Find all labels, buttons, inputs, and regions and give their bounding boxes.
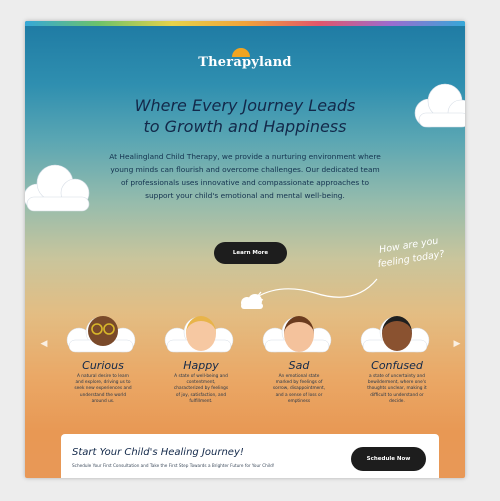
desc-line: decide. <box>389 398 405 404</box>
emotion-description: A state of well-being and contentment, c… <box>161 374 241 405</box>
chevron-right-icon[interactable]: ▶ <box>451 337 463 351</box>
emotion-name: Confused <box>371 359 423 372</box>
cta-title: Start Your Child's Healing Journey! <box>72 447 244 458</box>
desc-line: around us. <box>91 398 115 404</box>
sad-child-avatar <box>284 316 314 352</box>
cloud-small <box>241 294 263 309</box>
happy-child-avatar <box>186 316 216 351</box>
emotion-description: A natural desire to learn and explore, d… <box>63 374 143 405</box>
chevron-left-icon[interactable]: ◀ <box>38 337 50 351</box>
desc-line: thoughts unclear, making it <box>367 386 427 392</box>
cta-subtitle: Schedule Your First Consultation and Tak… <box>72 463 275 468</box>
desc-line: seek new experiences and <box>74 386 132 392</box>
landing-page-card: Therapyland Where Every Journey Leads to… <box>25 21 465 478</box>
emotion-name: Curious <box>82 359 124 372</box>
curved-arrow-icon <box>254 278 378 301</box>
emotion-description: a state of uncertainty and bewilderment,… <box>357 374 437 405</box>
emotion-name: Sad <box>288 359 310 372</box>
schedule-now-button[interactable]: Schedule Now <box>351 447 426 471</box>
desc-line: fulfillment. <box>189 398 213 404</box>
emotion-description: An emotional state marked by feelings of… <box>259 374 339 405</box>
desc-line: emptiness <box>287 398 311 404</box>
emotion-name: Happy <box>183 359 219 372</box>
cta-banner: Start Your Child's Healing Journey! Sche… <box>61 434 439 478</box>
glasses-icon <box>91 323 115 335</box>
confused-child-avatar <box>382 316 412 351</box>
